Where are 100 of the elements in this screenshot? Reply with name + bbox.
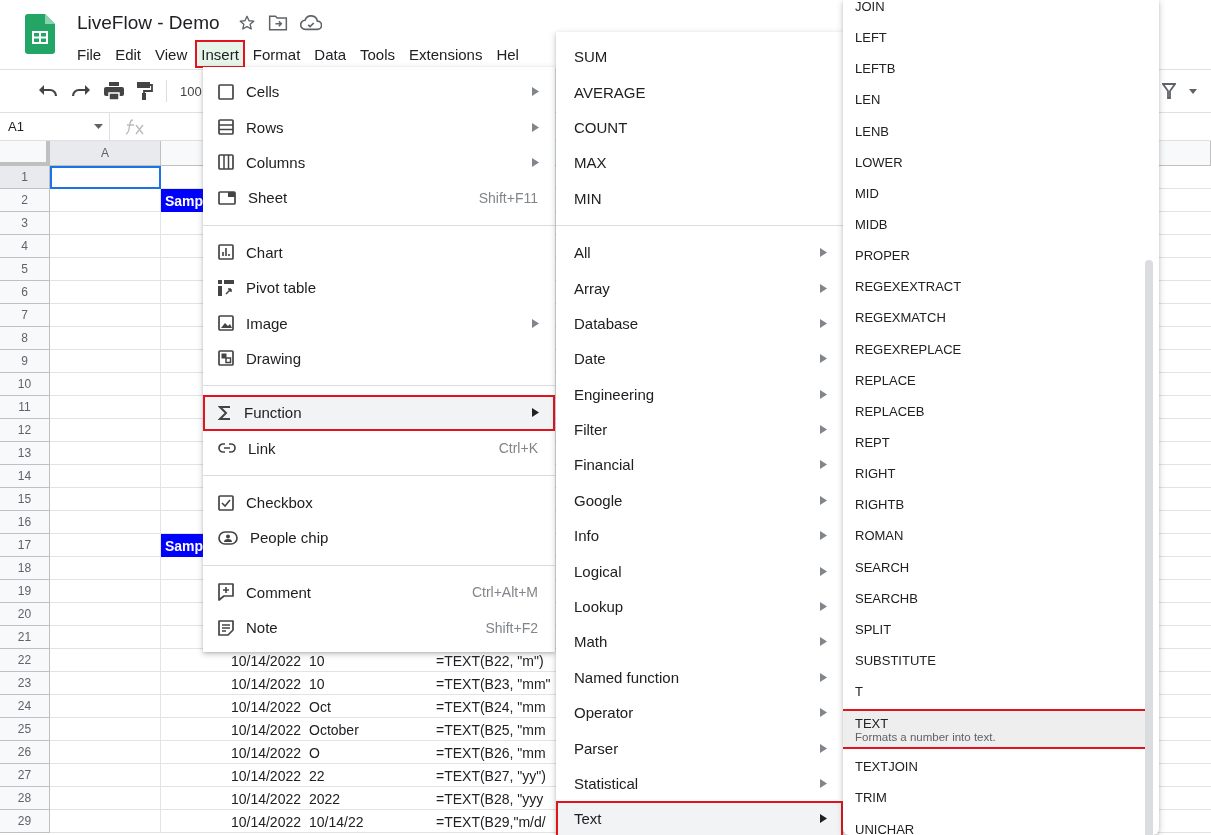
menu-bar-item[interactable]: Extensions [403, 40, 489, 68]
menu-item[interactable]: LOWER [843, 146, 1145, 178]
menu-item[interactable]: Date [556, 341, 843, 377]
menu-bar-item[interactable]: Tools [354, 40, 402, 68]
star-icon[interactable] [237, 14, 256, 32]
row-header[interactable]: 20 [0, 603, 50, 626]
menu-item[interactable]: RIGHT [843, 458, 1145, 490]
menu-item[interactable]: Function [203, 395, 555, 431]
row-header[interactable]: 24 [0, 695, 50, 718]
menu-bar-item[interactable]: Hel [490, 40, 525, 68]
row-header[interactable]: 21 [0, 626, 50, 649]
menu-item[interactable]: REGEXREPLACE [843, 333, 1145, 365]
menu-item[interactable]: LENB [843, 115, 1145, 147]
menu-item[interactable]: Parser [556, 730, 843, 766]
menu-item[interactable]: SUM [556, 39, 843, 75]
menu-item[interactable]: Named function [556, 659, 843, 696]
menu-item[interactable]: MIN [556, 180, 843, 216]
row-header[interactable]: 15 [0, 488, 50, 511]
menu-item[interactable]: REPLACE [843, 364, 1145, 396]
menu-item[interactable]: REGEXMATCH [843, 302, 1145, 334]
menu-item[interactable]: Note Shift+F2 [203, 610, 555, 646]
menu-item[interactable]: REPT [843, 426, 1145, 459]
menu-item[interactable]: SUBSTITUTE [843, 644, 1145, 677]
menu-item[interactable]: SPLIT [843, 613, 1145, 645]
menu-item[interactable]: PROPER [843, 240, 1145, 272]
menu-bar-item[interactable]: View [149, 40, 194, 68]
menu-bar-item[interactable]: File [71, 40, 108, 68]
cloud-check-icon[interactable] [299, 15, 322, 31]
row-header[interactable]: 11 [0, 396, 50, 419]
menu-item[interactable]: ROMAN [843, 520, 1145, 552]
menu-item[interactable]: Math [556, 624, 843, 660]
menu-item[interactable]: UNICHAR [843, 813, 1145, 835]
menu-item[interactable]: AVERAGE [556, 74, 843, 110]
selected-cell[interactable] [50, 166, 161, 189]
row-header[interactable]: 12 [0, 419, 50, 442]
row-header[interactable]: 10 [0, 373, 50, 396]
menu-item[interactable]: Lookup [556, 588, 843, 625]
menu-item[interactable]: JOIN [843, 0, 1145, 23]
menu-item[interactable]: Text [556, 801, 843, 835]
menu-item[interactable]: All [556, 234, 843, 271]
menu-item[interactable]: Engineering [556, 376, 843, 412]
menu-item[interactable]: MIDB [843, 209, 1145, 241]
menu-item[interactable]: COUNT [556, 109, 843, 146]
column-header[interactable]: A [50, 141, 161, 166]
row-header[interactable]: 7 [0, 304, 50, 327]
row-header[interactable]: 27 [0, 764, 50, 787]
zoom-level[interactable]: 100 [180, 83, 202, 99]
document-title[interactable]: LiveFlow - Demo [77, 12, 220, 34]
menu-item[interactable]: Google [556, 482, 843, 519]
menu-item[interactable]: MAX [556, 145, 843, 181]
row-header[interactable]: 22 [0, 649, 50, 672]
menu-item[interactable]: Financial [556, 447, 843, 483]
menu-item[interactable]: T [843, 676, 1145, 708]
row-header[interactable]: 2 [0, 189, 50, 212]
row-header[interactable]: 18 [0, 557, 50, 580]
row-header[interactable]: 28 [0, 787, 50, 810]
menu-item[interactable]: LEFTB [843, 53, 1145, 85]
sheets-logo-icon[interactable] [25, 14, 55, 54]
menu-item[interactable]: TEXTJOIN [843, 751, 1145, 783]
menu-item[interactable]: Rows [203, 109, 555, 145]
menu-item[interactable]: MID [843, 177, 1145, 209]
menu-item[interactable]: Logical [556, 553, 843, 589]
row-header[interactable]: 17 [0, 534, 50, 557]
caret-icon[interactable] [1189, 88, 1197, 94]
menu-item[interactable]: Drawing [203, 340, 555, 377]
menu-item[interactable]: Cells [203, 74, 555, 110]
menu-item[interactable]: REPLACEB [843, 395, 1145, 427]
name-box[interactable]: A1 [0, 113, 110, 140]
menu-item[interactable]: Link Ctrl+K [203, 430, 555, 466]
menu-item[interactable]: TRIM [843, 782, 1145, 814]
menu-item[interactable]: Statistical [556, 765, 843, 802]
row-header[interactable]: 19 [0, 580, 50, 603]
menu-item[interactable]: REGEXEXTRACT [843, 271, 1145, 303]
menu-item[interactable]: Chart [203, 234, 555, 270]
menu-bar-item[interactable]: Data [308, 40, 352, 68]
row-header[interactable]: 9 [0, 350, 50, 373]
paint-format-icon[interactable] [137, 82, 153, 100]
row-header[interactable]: 6 [0, 281, 50, 304]
menu-bar-item[interactable]: Format [246, 40, 307, 68]
row-header[interactable]: 26 [0, 741, 50, 764]
row-header[interactable]: 29 [0, 810, 50, 833]
menu-item[interactable]: SEARCHB [843, 582, 1145, 614]
row-header[interactable]: 8 [0, 327, 50, 350]
menu-item[interactable]: Pivot table [203, 269, 555, 306]
menu-item[interactable]: Operator [556, 695, 843, 731]
row-header[interactable]: 13 [0, 442, 50, 465]
row-header[interactable]: 4 [0, 235, 50, 258]
row-header[interactable]: 3 [0, 212, 50, 235]
menu-item[interactable]: Checkbox [203, 484, 555, 521]
row-header[interactable]: 16 [0, 511, 50, 534]
menu-bar-item[interactable]: Edit [109, 40, 148, 68]
menu-item[interactable]: Info [556, 518, 843, 554]
folder-icon[interactable] [267, 14, 288, 32]
scrollbar[interactable] [1145, 260, 1153, 835]
menu-item[interactable]: Array [556, 270, 843, 306]
menu-item[interactable]: SEARCH [843, 551, 1145, 583]
menu-item[interactable]: LEN [843, 84, 1145, 116]
menu-item[interactable]: Database [556, 305, 843, 342]
row-header[interactable]: 23 [0, 672, 50, 695]
redo-icon[interactable] [71, 84, 91, 98]
